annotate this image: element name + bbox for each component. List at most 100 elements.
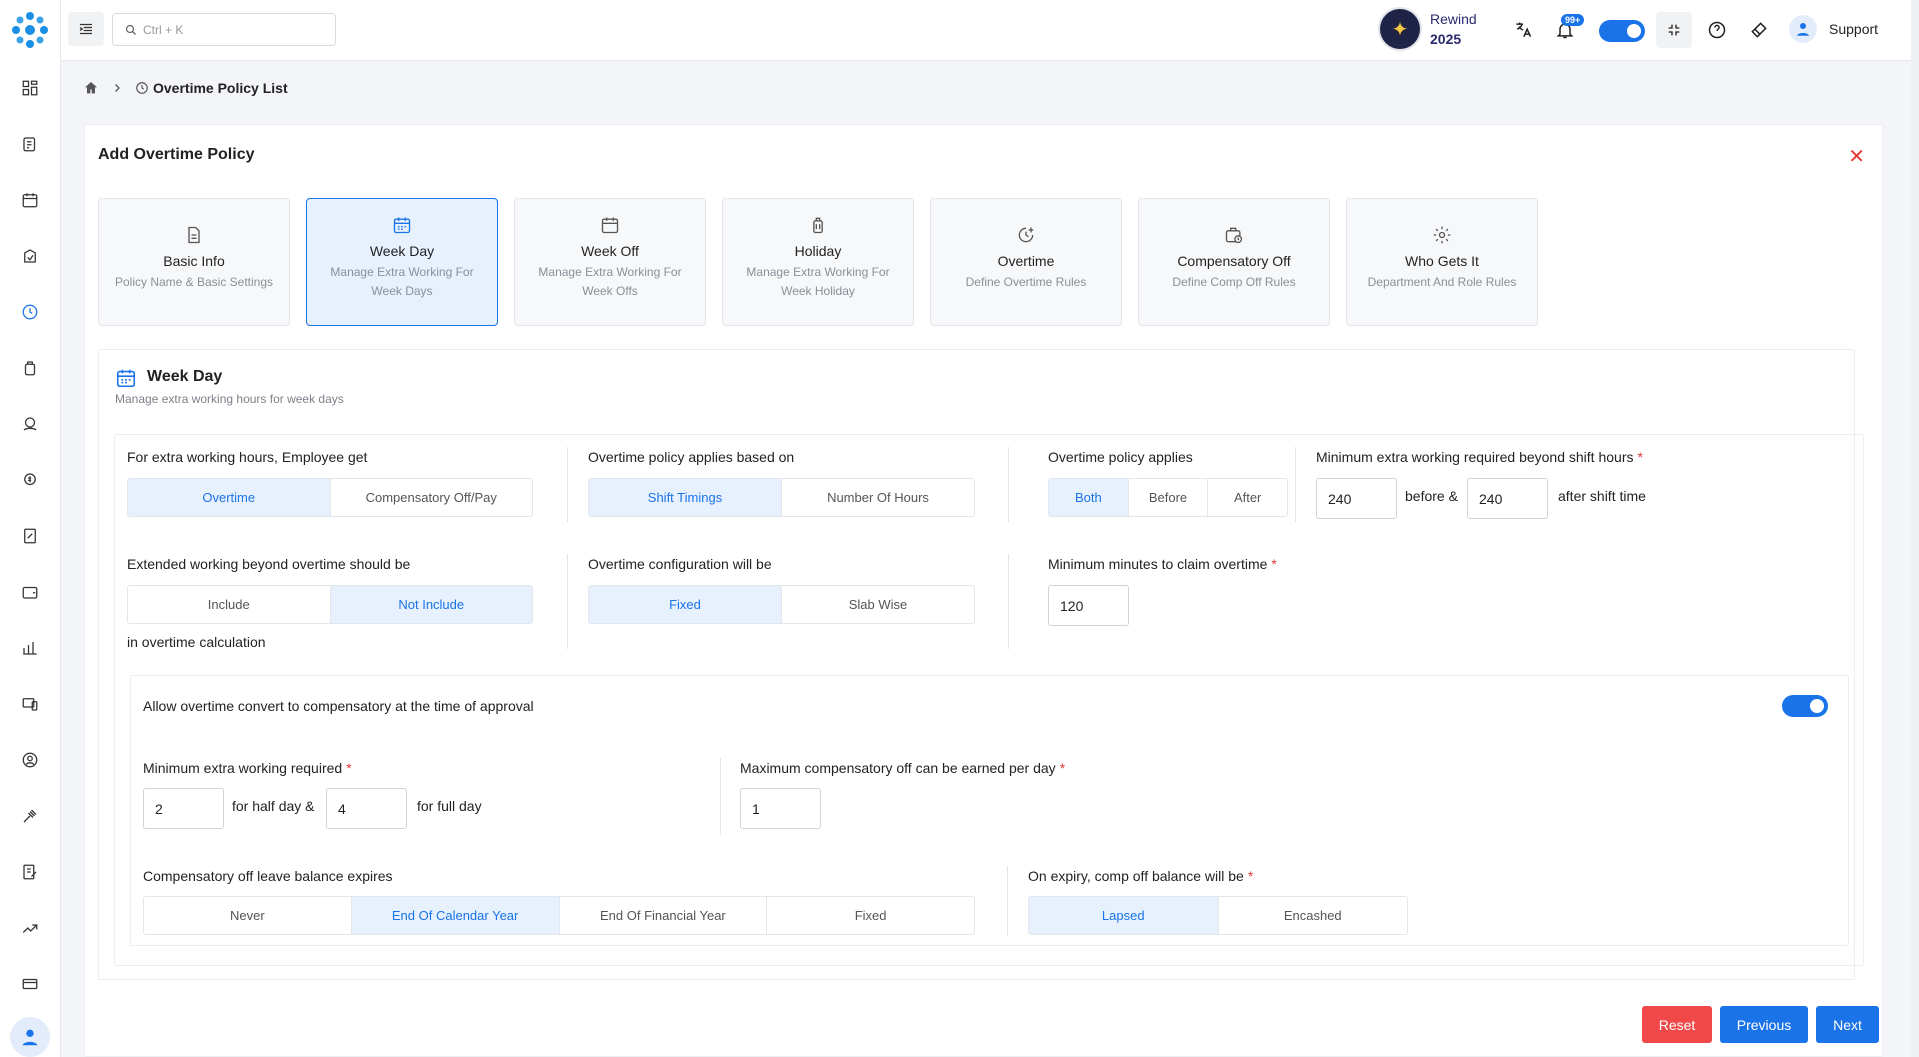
close-icon[interactable]: ✕ xyxy=(1848,147,1865,167)
divider xyxy=(567,554,568,649)
support-menu[interactable]: Support xyxy=(1789,15,1878,43)
label-text: Minimum extra working required xyxy=(143,760,343,776)
min-minutes-claim-label: Minimum minutes to claim overtime * xyxy=(1048,556,1277,572)
page-scrollbar[interactable] xyxy=(1911,0,1919,1057)
extended-working-toggle: Include Not Include xyxy=(127,585,533,624)
option-before[interactable]: Before xyxy=(1129,479,1209,516)
option-fixed[interactable]: Fixed xyxy=(589,586,782,623)
option-never[interactable]: Never xyxy=(144,897,352,934)
fullscreen-button[interactable] xyxy=(1656,12,1692,48)
dashboard-icon[interactable] xyxy=(19,77,41,99)
step-who-gets-it[interactable]: Who Gets It Department And Role Rules xyxy=(1346,198,1538,326)
option-compensatory-off-pay[interactable]: Compensatory Off/Pay xyxy=(331,479,533,516)
user-avatar[interactable] xyxy=(10,1017,50,1057)
option-include[interactable]: Include xyxy=(128,586,331,623)
rewind-widget[interactable]: ✦ Rewind 2025 xyxy=(1380,7,1477,51)
step-compensatory-off[interactable]: Compensatory Off Define Comp Off Rules xyxy=(1138,198,1330,326)
step-week-day[interactable]: Week Day Manage Extra Working For Week D… xyxy=(306,198,498,326)
divider xyxy=(1008,554,1009,649)
edit-document-icon[interactable] xyxy=(19,861,41,883)
app-logo[interactable] xyxy=(8,8,52,52)
search-input[interactable]: Ctrl + K xyxy=(112,13,336,46)
step-overtime[interactable]: Overtime Define Overtime Rules xyxy=(930,198,1122,326)
half-day-text: for half day & xyxy=(232,798,315,814)
option-lapsed[interactable]: Lapsed xyxy=(1029,897,1219,934)
step-holiday[interactable]: Holiday Manage Extra Working For Week Ho… xyxy=(722,198,914,326)
devices-icon[interactable] xyxy=(19,693,41,715)
luggage-icon[interactable] xyxy=(19,357,41,379)
section-subtitle: Manage extra working hours for week days xyxy=(115,392,344,406)
sparkle-icon: ✦ xyxy=(1380,9,1420,49)
option-not-include[interactable]: Not Include xyxy=(330,586,532,623)
option-overtime[interactable]: Overtime xyxy=(128,479,331,516)
wallet-icon[interactable] xyxy=(19,581,41,603)
convert-to-comp-label: Allow overtime convert to compensatory a… xyxy=(143,698,534,714)
step-week-off[interactable]: Week Off Manage Extra Working For Week O… xyxy=(514,198,706,326)
step-title: Compensatory Off xyxy=(1177,253,1291,269)
step-subtitle: Policy Name & Basic Settings xyxy=(114,275,274,289)
option-after[interactable]: After xyxy=(1208,479,1287,516)
configuration-label: Overtime configuration will be xyxy=(588,556,772,572)
option-encashed[interactable]: Encashed xyxy=(1219,897,1408,934)
calendar-blank-icon xyxy=(515,215,705,235)
brush-icon[interactable] xyxy=(1748,19,1770,41)
option-number-of-hours[interactable]: Number Of Hours xyxy=(782,479,974,516)
home-icon[interactable] xyxy=(83,80,99,96)
help-icon[interactable] xyxy=(1706,19,1728,41)
previous-button[interactable]: Previous xyxy=(1720,1006,1808,1043)
option-end-of-financial-year[interactable]: End Of Financial Year xyxy=(560,897,768,934)
tax-icon[interactable] xyxy=(19,525,41,547)
payroll-icon[interactable] xyxy=(19,413,41,435)
option-end-of-calendar-year[interactable]: End Of Calendar Year xyxy=(351,897,560,934)
breadcrumb-current[interactable]: Overtime Policy List xyxy=(153,80,288,96)
menu-toggle-button[interactable] xyxy=(68,12,104,46)
convert-to-comp-toggle[interactable] xyxy=(1782,695,1828,717)
after-shift-time-text: after shift time xyxy=(1558,488,1646,504)
after-shift-minutes-input[interactable] xyxy=(1467,478,1548,519)
step-subtitle: Manage Extra Working For Week Offs xyxy=(538,265,682,298)
notes-icon[interactable] xyxy=(19,133,41,155)
reset-button[interactable]: Reset xyxy=(1642,1006,1712,1043)
divider xyxy=(1008,447,1009,522)
analytics-icon[interactable] xyxy=(19,917,41,939)
on-expiry-toggle: Lapsed Encashed xyxy=(1028,896,1408,935)
add-policy-card: Add Overtime Policy ✕ Basic Info Policy … xyxy=(84,124,1883,1057)
divider xyxy=(1295,447,1296,522)
option-both[interactable]: Both xyxy=(1049,479,1129,516)
full-day-input[interactable] xyxy=(326,788,407,829)
week-day-section: Week Day Manage extra working hours for … xyxy=(98,349,1864,980)
comp-expires-toggle: Never End Of Calendar Year End Of Financ… xyxy=(143,896,975,935)
option-slab-wise[interactable]: Slab Wise xyxy=(782,586,974,623)
option-fixed-expiry[interactable]: Fixed xyxy=(767,897,974,934)
collapse-icon xyxy=(1668,24,1680,36)
search-placeholder: Ctrl + K xyxy=(143,22,184,37)
max-comp-per-day-label: Maximum compensatory off can be earned p… xyxy=(740,760,1066,776)
cards-icon[interactable] xyxy=(19,973,41,995)
max-comp-per-day-input[interactable] xyxy=(740,788,821,829)
min-minutes-claim-input[interactable] xyxy=(1048,585,1129,626)
next-button[interactable]: Next xyxy=(1816,1006,1879,1043)
step-title: Week Off xyxy=(581,243,639,259)
min-extra-required-label: Minimum extra working required * xyxy=(143,760,352,776)
divider xyxy=(567,447,568,522)
notifications-badge: 99+ xyxy=(1561,14,1585,26)
overtime-icon[interactable] xyxy=(19,301,41,323)
option-shift-timings[interactable]: Shift Timings xyxy=(589,479,782,516)
before-shift-minutes-input[interactable] xyxy=(1316,478,1397,519)
search-icon xyxy=(125,24,136,35)
gavel-icon[interactable] xyxy=(19,805,41,827)
sidebar xyxy=(0,0,61,1057)
section-title: Week Day xyxy=(147,368,223,385)
leave-icon[interactable] xyxy=(19,245,41,267)
money-icon[interactable] xyxy=(19,469,41,491)
reports-icon[interactable] xyxy=(19,637,41,659)
label-text: On expiry, comp off balance will be xyxy=(1028,868,1244,884)
theme-toggle[interactable] xyxy=(1599,20,1645,42)
half-day-input[interactable] xyxy=(143,788,224,829)
calendar-icon[interactable] xyxy=(19,189,41,211)
extended-working-label: Extended working beyond overtime should … xyxy=(127,556,411,572)
full-day-text: for full day xyxy=(417,798,482,814)
translate-icon[interactable] xyxy=(1512,19,1534,41)
step-basic-info[interactable]: Basic Info Policy Name & Basic Settings xyxy=(98,198,290,326)
profile-icon[interactable] xyxy=(19,749,41,771)
